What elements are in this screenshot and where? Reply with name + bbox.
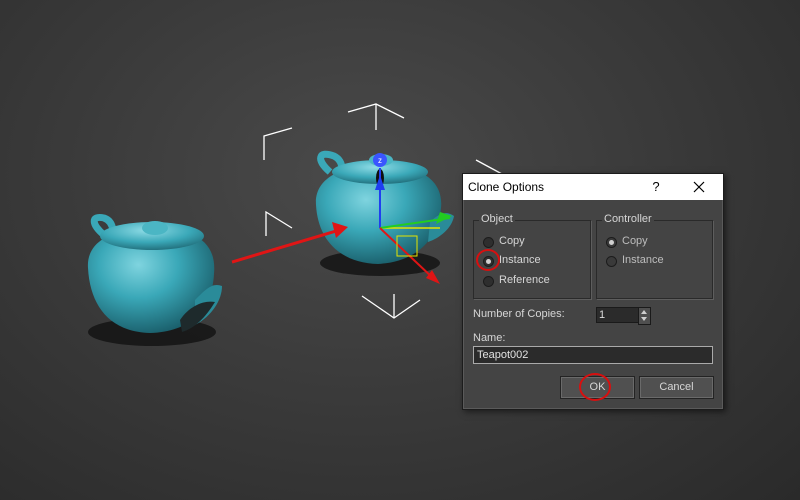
close-icon [693,181,705,193]
teapot-clone[interactable] [315,150,454,276]
teapot-original[interactable] [87,213,222,346]
spinner-down-icon[interactable] [641,317,647,321]
controller-group: Controller Copy Instance [596,213,713,299]
object-copy-radio[interactable] [483,237,494,248]
help-button[interactable]: ? [646,177,666,197]
controller-group-label: Controller [602,213,654,225]
close-button[interactable] [685,177,713,197]
object-instance-radio[interactable] [483,256,494,267]
name-label: Name: [473,332,506,344]
copies-label: Number of Copies: [473,308,565,320]
object-group-label: Object [479,213,515,225]
dialog-title: Clone Options [468,180,545,194]
object-reference-radio[interactable] [483,276,494,287]
clone-options-dialog[interactable]: Clone Options ? Object Copy Instance Ref… [462,173,724,410]
spinner-up-icon[interactable] [641,310,647,314]
object-reference-label[interactable]: Reference [499,274,550,286]
name-input[interactable] [473,346,713,364]
controller-instance-radio[interactable] [606,256,617,267]
dialog-titlebar[interactable]: Clone Options ? [463,174,723,200]
controller-instance-label[interactable]: Instance [622,254,664,266]
copies-spinner[interactable] [638,307,651,325]
ok-button[interactable]: OK [560,376,635,399]
object-instance-label[interactable]: Instance [499,254,541,266]
cancel-button[interactable]: Cancel [639,376,714,399]
object-copy-label[interactable]: Copy [499,235,525,247]
controller-copy-radio[interactable] [606,237,617,248]
object-group: Object Copy Instance Reference [473,213,591,299]
copies-input[interactable] [596,307,640,323]
gizmo-z-label: z [378,156,382,165]
controller-copy-label[interactable]: Copy [622,235,648,247]
